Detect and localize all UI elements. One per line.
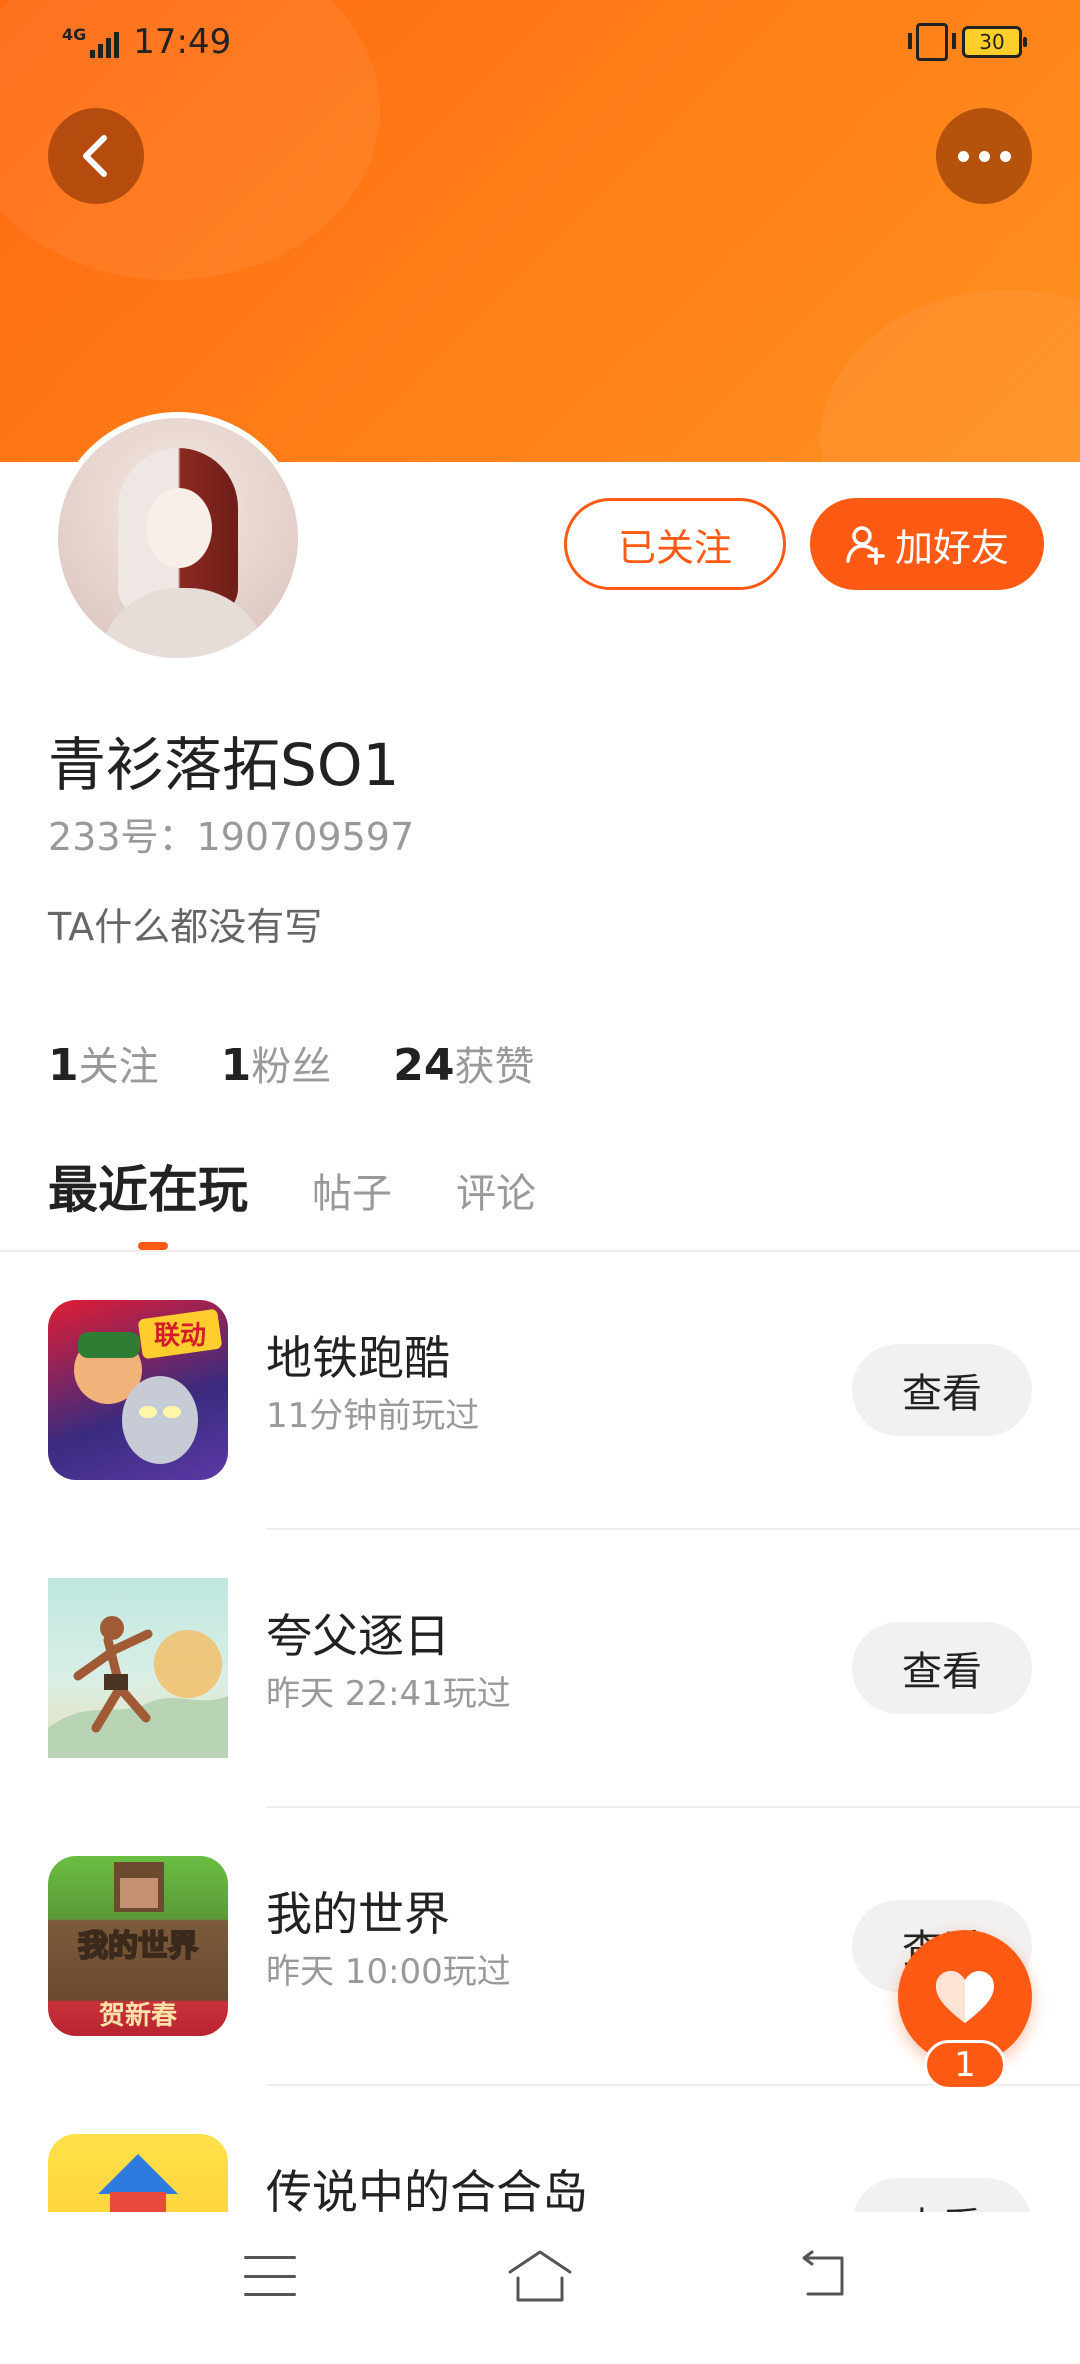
stat-count: 1 — [48, 1040, 79, 1091]
back-button[interactable] — [48, 108, 144, 204]
add-friend-label: 加好友 — [894, 525, 1009, 570]
more-dots-icon — [957, 150, 1011, 162]
stat-label: 粉丝 — [251, 1044, 332, 1090]
signal-icon — [90, 26, 120, 58]
clock: 17:49 — [133, 22, 232, 62]
game-icon-subway-surfers: 联动 — [48, 1300, 228, 1480]
profile-id: 233号：190709597 — [48, 815, 415, 859]
profile-tabs: 最近在玩 帖子 评论 — [48, 1150, 536, 1222]
list-item[interactable]: 联动 地铁跑酷 11分钟前玩过 查看 — [0, 1252, 1080, 1530]
stat-label: 获赞 — [454, 1044, 535, 1090]
vibrate-icon — [908, 23, 956, 61]
profile-name: 青衫落拓SO1 — [48, 731, 400, 799]
game-title: 我的世界 — [266, 1887, 450, 1941]
game-artwork — [48, 1616, 228, 1758]
list-item[interactable]: 夸父逐日 昨天 22:41玩过 查看 — [0, 1530, 1080, 1808]
tab-indicator — [138, 1242, 168, 1250]
game-title: 地铁跑酷 — [266, 1331, 450, 1385]
view-button[interactable]: 查看 — [852, 1622, 1032, 1714]
home-icon[interactable] — [506, 2248, 574, 2304]
status-bar: 4G 17:49 30 — [0, 0, 1080, 84]
view-button[interactable]: 查看 — [852, 1344, 1032, 1436]
game-icon-kuafu — [48, 1578, 228, 1758]
status-right: 30 — [908, 22, 1027, 62]
avatar[interactable] — [52, 412, 304, 664]
tab-posts[interactable]: 帖子 — [312, 1161, 392, 1219]
profile-stats: 1关注 1粉丝 24获赞 — [48, 1034, 534, 1092]
game-icon-text: 我的世界 — [78, 1929, 198, 1964]
heart-icon — [936, 1971, 994, 2023]
game-title: 夸父逐日 — [266, 1609, 450, 1663]
battery-icon: 30 — [962, 26, 1027, 58]
game-last-played: 昨天 10:00玩过 — [266, 1952, 511, 1992]
tab-recent-played[interactable]: 最近在玩 — [48, 1150, 248, 1222]
status-left: 4G 17:49 — [62, 18, 231, 66]
stat-following[interactable]: 1关注 — [48, 1034, 159, 1092]
game-last-played: 昨天 22:41玩过 — [266, 1674, 511, 1714]
banner-decoration — [820, 290, 1080, 462]
add-user-icon — [846, 526, 885, 565]
stat-fans[interactable]: 1粉丝 — [221, 1034, 332, 1092]
stat-label: 关注 — [78, 1044, 159, 1090]
stat-count: 24 — [393, 1040, 455, 1091]
game-artwork: 联动 — [74, 1309, 222, 1464]
game-icon-minecraft: 我的世界 贺新春 — [48, 1856, 228, 2036]
like-count-badge: 1 — [924, 2040, 1006, 2090]
followed-button[interactable]: 已关注 — [564, 498, 786, 590]
menu-icon[interactable] — [244, 2256, 296, 2296]
stat-likes[interactable]: 24获赞 — [393, 1034, 534, 1092]
back-icon[interactable] — [796, 2250, 850, 2300]
network-type: 4G — [62, 24, 87, 44]
stat-count: 1 — [220, 1040, 252, 1091]
add-friend-button[interactable]: 加好友 — [810, 498, 1044, 590]
game-last-played: 11分钟前玩过 — [266, 1396, 480, 1436]
more-button[interactable] — [936, 108, 1032, 204]
profile-bio: TA什么都没有写 — [48, 905, 323, 949]
avatar-image — [58, 418, 298, 658]
chevron-left-icon — [83, 135, 107, 177]
tab-comments[interactable]: 评论 — [456, 1161, 536, 1219]
game-icon-subtext: 贺新春 — [99, 2000, 177, 2031]
game-artwork: 我的世界 贺新春 — [77, 1862, 199, 2031]
game-icon-text: 联动 — [154, 1321, 206, 1351]
